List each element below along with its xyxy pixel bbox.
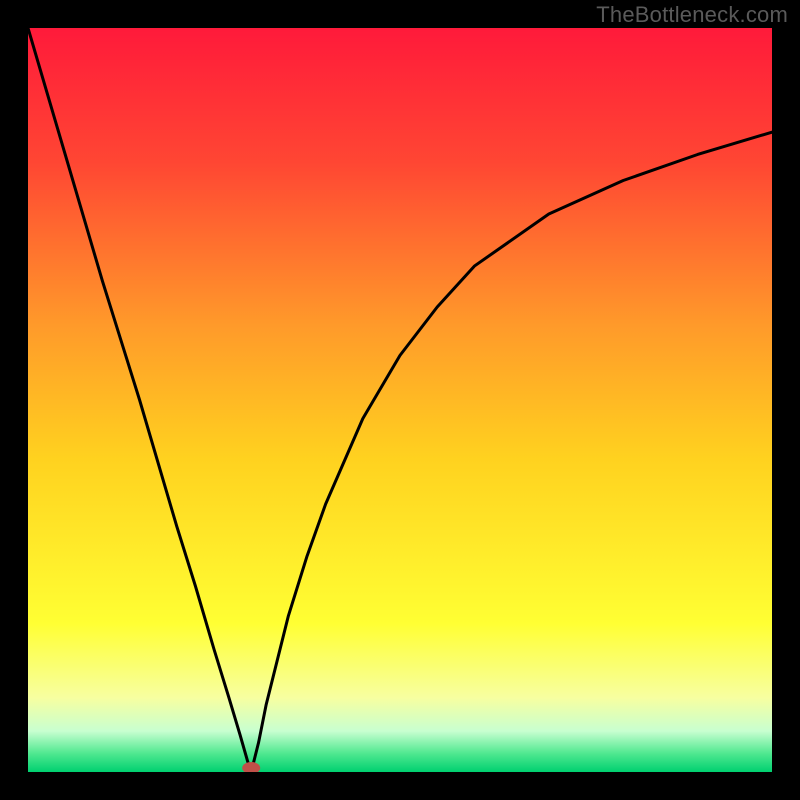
plot-area (28, 28, 772, 772)
chart-frame: TheBottleneck.com (0, 0, 800, 800)
watermark-text: TheBottleneck.com (596, 2, 788, 28)
chart-svg (28, 28, 772, 772)
